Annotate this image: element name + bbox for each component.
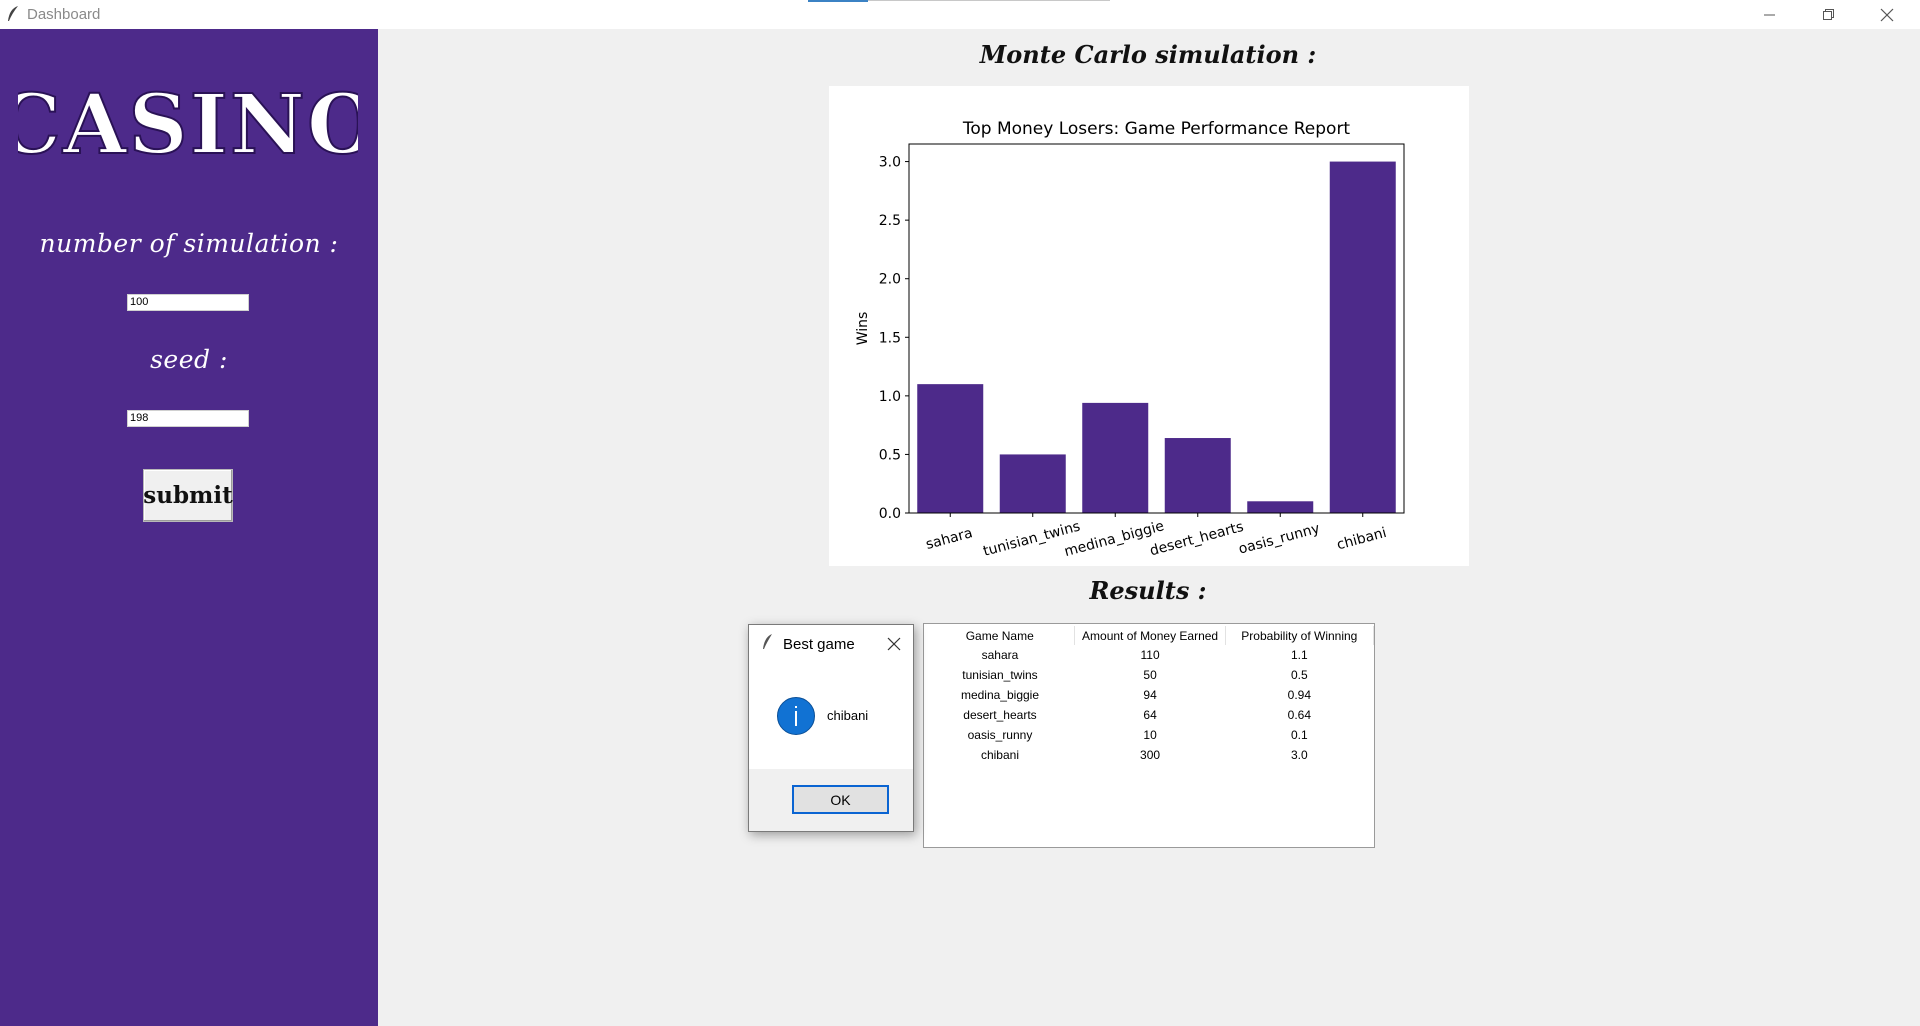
dialog-body: Best game chibani (749, 625, 913, 769)
bar-sahara (917, 384, 984, 513)
feather-icon (763, 634, 772, 649)
results-title: Results : (1089, 576, 1207, 605)
cell-money: 64 (1143, 708, 1157, 722)
chart-panel: Top Money Losers: Game Performance Repor… (829, 86, 1469, 566)
bar-oasis_runny (1247, 501, 1314, 513)
cell-money: 110 (1140, 648, 1160, 662)
y-tick-label: 0.0 (879, 506, 901, 522)
table-row[interactable]: oasis_runny 10 0.1 (925, 725, 1374, 745)
y-tick-label: 2.0 (879, 272, 901, 288)
casino-logo: CASINO (18, 79, 358, 169)
table-row[interactable]: tunisian_twins 50 0.5 (925, 665, 1374, 685)
close-icon (887, 637, 901, 651)
chart-title: Top Money Losers: Game Performance Repor… (962, 119, 1351, 139)
taskbar-divider (868, 0, 1110, 1)
info-icon (777, 697, 815, 735)
y-tick-label: 1.5 (879, 330, 901, 346)
y-tick-label: 1.0 (879, 389, 901, 405)
title-bar: Dashboard (0, 0, 1920, 29)
cell-game-name: oasis_runny (967, 728, 1033, 742)
cell-money: 94 (1143, 688, 1157, 702)
cell-probability: 0.64 (1287, 708, 1312, 722)
bar-medina_biggie (1082, 402, 1149, 513)
y-tick-label: 2.5 (879, 213, 901, 229)
cell-game-name: sahara (981, 648, 1019, 662)
table-row[interactable]: chibani 300 3.0 (925, 745, 1374, 765)
restore-button[interactable] (1800, 0, 1858, 29)
dialog-message: chibani (827, 708, 869, 723)
x-tick-label-oasis_runny: oasis_runny (1237, 521, 1322, 558)
column-header-probability[interactable]: Probability of Winning (1225, 626, 1375, 645)
cell-money: 300 (1140, 748, 1161, 762)
minimize-button[interactable] (1741, 0, 1799, 29)
cell-game-name: desert_hearts (963, 708, 1037, 722)
column-header-game-name[interactable]: Game Name (925, 626, 1076, 645)
cell-game-name: chibani (980, 748, 1019, 762)
bar-tunisian_twins (999, 454, 1066, 513)
best-game-dialog: Best game chibani OK (748, 624, 914, 832)
cell-game-name: tunisian_twins (962, 668, 1038, 682)
results-table: Game Name Amount of Money Earned Probabi… (925, 626, 1375, 765)
cell-probability: 3.0 (1290, 748, 1308, 762)
taskbar-accent (808, 0, 868, 2)
dialog-close-button[interactable] (883, 633, 905, 655)
table-row[interactable]: sahara 110 1.1 (925, 645, 1374, 665)
sidebar: CASINO number of simulation : 100 seed :… (0, 29, 378, 1026)
table-header-row: Game Name Amount of Money Earned Probabi… (925, 626, 1375, 645)
x-tick-label-chibani: chibani (1335, 525, 1388, 554)
results-table-box[interactable]: Game Name Amount of Money Earned Probabi… (923, 623, 1375, 848)
column-header-money-earned[interactable]: Amount of Money Earned (1074, 626, 1226, 645)
table-row[interactable]: desert_hearts 64 0.64 (925, 705, 1374, 725)
window-title: Dashboard (27, 6, 101, 23)
bar-desert_hearts (1164, 438, 1231, 513)
page-title: Monte Carlo simulation : (979, 40, 1317, 69)
dialog-title: Best game (783, 636, 855, 653)
logo-text: CASINO (18, 79, 358, 169)
seed-input[interactable]: 198 (127, 410, 249, 427)
bar-chibani (1329, 161, 1396, 514)
table-row[interactable]: medina_biggie 94 0.94 (925, 685, 1374, 705)
cell-probability: 0.1 (1290, 728, 1308, 742)
cell-game-name: medina_biggie (960, 688, 1040, 702)
ok-button[interactable]: OK (792, 785, 889, 814)
simulations-input[interactable]: 100 (127, 294, 249, 311)
simulations-label: number of simulation : (39, 229, 339, 258)
restore-icon (1823, 8, 1834, 20)
cell-probability: 0.94 (1287, 688, 1312, 702)
feather-icon (6, 5, 20, 28)
minimize-icon (1764, 14, 1775, 15)
close-button[interactable] (1858, 0, 1916, 29)
y-tick-label: 0.5 (879, 447, 901, 463)
cell-probability: 1.1 (1290, 648, 1308, 662)
cell-probability: 0.5 (1290, 668, 1308, 682)
x-tick-label-sahara: sahara (924, 525, 974, 553)
cell-money: 10 (1143, 728, 1157, 742)
y-axis-label: Wins (855, 312, 871, 346)
close-icon (1880, 8, 1894, 21)
submit-button[interactable]: submit (143, 469, 233, 522)
seed-label: seed : (150, 345, 228, 374)
y-tick-label: 3.0 (879, 155, 901, 171)
bar-chart: Top Money Losers: Game Performance Repor… (855, 119, 1405, 560)
cell-money: 50 (1143, 668, 1157, 682)
